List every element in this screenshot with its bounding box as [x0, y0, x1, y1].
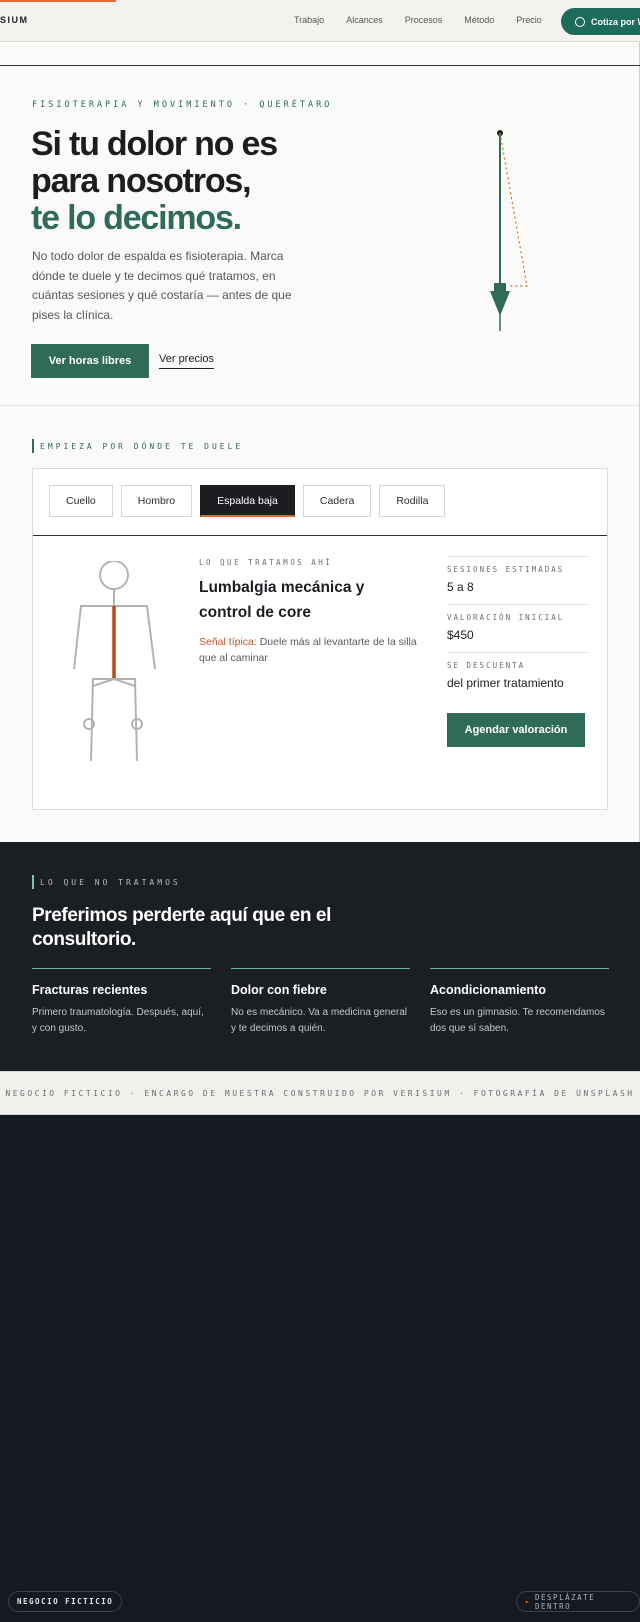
body-head: [99, 561, 129, 590]
stat-discount: SE DESCUENTA del primer tratamiento: [447, 652, 589, 700]
whatsapp-quote-label: Cotiza por W: [591, 16, 640, 27]
fictional-business-badge: NEGOCIO FICTICIO: [8, 1591, 123, 1612]
item-text: No es mecánico. Va a medicina general y …: [231, 1007, 408, 1034]
disclaimer-text: NEGOCIO FICTICIO · ENCARGO DE MUESTRA CO…: [5, 1088, 635, 1098]
tabs-underline: [33, 535, 607, 536]
hero-title-line-3: te lo decimos.: [31, 199, 242, 237]
stat-discount-key: SE DESCUENTA: [447, 661, 526, 670]
treatment-stats: SESIONES ESTIMADAS 5 a 8 VALORACIÓN INIC…: [447, 556, 589, 700]
stat-initial-assessment: VALORACIÓN INICIAL $450: [447, 604, 589, 652]
stat-assessment-key: VALORACIÓN INICIAL: [447, 613, 565, 622]
play-icon: ▸: [525, 1597, 532, 1606]
stat-assessment-value: $450: [447, 628, 474, 642]
body-legs: [90, 678, 138, 762]
nav-links: Trabajo Alcances Procesos Método Precio: [294, 15, 542, 25]
body-hip-left: [92, 678, 115, 687]
not-treated-list: Fracturas recientes Primero traumatologí…: [32, 968, 609, 1037]
stat-sessions: SESIONES ESTIMADAS 5 a 8: [447, 556, 589, 604]
view-prices-link[interactable]: Ver precios: [159, 353, 215, 369]
scroll-inside-label: DESPLÁZATE DENTRO: [535, 1592, 596, 1611]
not-treated-title: Preferimos perderte aquí que en el consu…: [32, 905, 331, 950]
chat-bubble-icon: [575, 16, 585, 27]
nav-link-trabajo[interactable]: Trabajo: [294, 15, 324, 25]
offset-dashed-line: [499, 132, 528, 287]
tab-rodilla[interactable]: Rodilla: [379, 485, 446, 517]
hero-eyebrow: FISIOTERAPIA Y MOVIMIENTO · QUERÉTARO: [32, 100, 333, 110]
sample-disclaimer-strip: NEGOCIO FICTICIO · ENCARGO DE MUESTRA CO…: [0, 1071, 640, 1115]
stat-discount-value: del primer tratamiento: [447, 676, 564, 690]
list-item: Acondicionamiento Eso es un gimnasio. Te…: [430, 968, 609, 1037]
item-heading: Dolor con fiebre: [231, 983, 327, 997]
tab-cuello[interactable]: Cuello: [49, 485, 113, 517]
tab-cadera[interactable]: Cadera: [302, 485, 372, 517]
pain-selector-card: Cuello Hombro Espalda baja Cadera Rodill…: [32, 468, 608, 810]
list-item: Fracturas recientes Primero traumatologí…: [32, 968, 211, 1037]
view-free-slots-button[interactable]: Ver horas libres: [31, 344, 149, 378]
item-text: Eso es un gimnasio. Te recomendamos dos …: [430, 1007, 605, 1034]
body-diagram: [73, 561, 156, 762]
hero-copy: No todo dolor de espalda es fisioterapia…: [32, 249, 292, 322]
tab-espalda-baja[interactable]: Espalda baja: [200, 485, 295, 517]
stat-sessions-key: SESIONES ESTIMADAS: [447, 565, 565, 574]
top-nav: SIUM Trabajo Alcances Procesos Método Pr…: [0, 0, 640, 42]
plumb-line-illustration: [490, 130, 528, 331]
plumb-bob: [490, 291, 510, 316]
body-area-tabs: Cuello Hombro Espalda baja Cadera Rodill…: [49, 485, 446, 517]
nav-link-procesos[interactable]: Procesos: [405, 15, 443, 25]
scroll-inside-hint: ▸ DESPLÁZATE DENTRO: [516, 1591, 640, 1612]
hero-title: Si tu dolor no es para nosotros, te lo d…: [31, 126, 351, 237]
stat-sessions-value: 5 a 8: [447, 580, 474, 594]
schedule-assessment-button[interactable]: Agendar valoración: [447, 713, 585, 747]
hero-title-line-2: para nosotros,: [31, 162, 252, 200]
nav-link-precio[interactable]: Precio: [516, 15, 542, 25]
nav-link-alcances[interactable]: Alcances: [346, 15, 383, 25]
item-text: Primero traumatología. Después, aquí, y …: [32, 1007, 204, 1034]
section-divider: [0, 405, 640, 406]
not-treated-label: LO QUE NO TRATAMOS: [32, 875, 181, 889]
item-heading: Fracturas recientes: [32, 983, 148, 997]
treatment-title: Lumbalgia mecánica y control de core: [199, 579, 365, 621]
plumb-bob-top: [494, 283, 506, 291]
nav-accent-bar: [0, 0, 116, 2]
nav-link-metodo[interactable]: Método: [464, 15, 494, 25]
body-hip-right: [113, 678, 136, 687]
treatment-eyebrow: LO QUE TRATAMOS AHÍ: [199, 558, 333, 567]
whatsapp-quote-button[interactable]: Cotiza por W: [561, 8, 640, 35]
tab-hombro[interactable]: Hombro: [120, 485, 193, 517]
typical-sign: Señal típica: Duele más al levantarte de…: [199, 634, 419, 666]
hero-title-line-1: Si tu dolor no es: [31, 125, 278, 163]
typical-sign-label: Señal típica:: [199, 636, 257, 648]
item-heading: Acondicionamiento: [430, 983, 546, 997]
frame-top-rule: [0, 65, 640, 66]
pain-area-label: EMPIEZA POR DÓNDE TE DUELE: [32, 439, 243, 453]
not-treated-section: LO QUE NO TRATAMOS Preferimos perderte a…: [0, 842, 640, 1071]
list-item: Dolor con fiebre No es mecánico. Va a me…: [231, 968, 410, 1037]
brand-logo[interactable]: SIUM: [0, 15, 29, 25]
